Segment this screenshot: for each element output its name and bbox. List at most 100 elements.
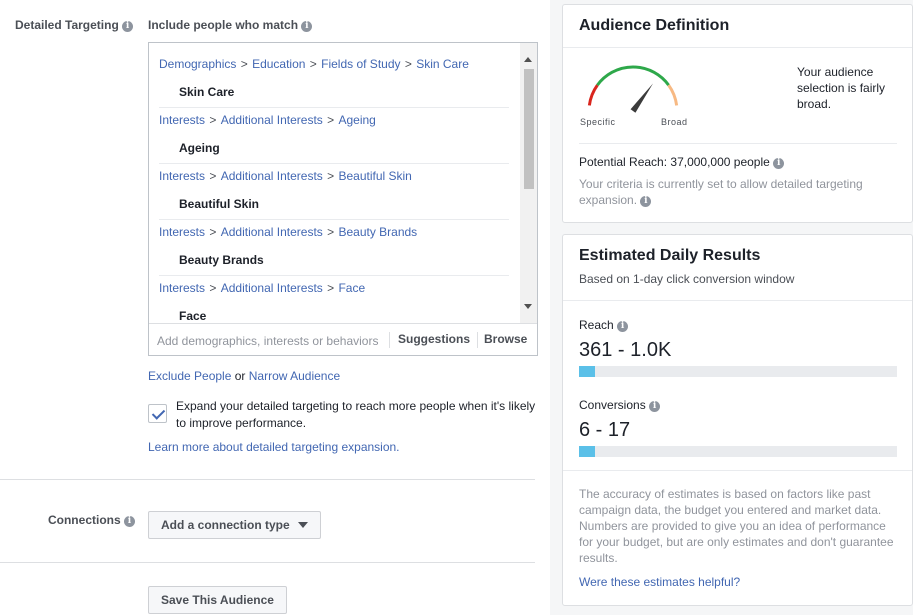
path-segment-link[interactable]: Beautiful Skin xyxy=(338,169,411,183)
expand-targeting-text: Expand your detailed targeting to reach … xyxy=(176,399,536,430)
audience-definition-title: Audience Definition xyxy=(579,17,730,34)
targeting-list[interactable]: Demographics > Education > Fields of Stu… xyxy=(149,43,520,323)
conversions-value: 6 - 17 xyxy=(579,419,631,441)
path-segment-link[interactable]: Demographics xyxy=(159,57,236,71)
targeting-divider xyxy=(159,163,509,164)
reach-bar xyxy=(579,366,897,377)
path-separator: > xyxy=(323,113,338,127)
reach-bar-fill xyxy=(579,366,595,377)
section-divider xyxy=(0,562,535,563)
targeting-search-input[interactable] xyxy=(157,332,387,350)
include-people-label: Include people who match i xyxy=(148,18,313,32)
detailed-targeting-label: Detailed Targeting i xyxy=(15,18,134,32)
estimated-results-card: Estimated Daily Results Based on 1-day c… xyxy=(562,234,913,606)
audience-definition-card: Audience Definition Specific Broad Your … xyxy=(562,4,913,223)
info-icon[interactable]: i xyxy=(124,516,135,527)
estimated-results-subtitle: Based on 1-day click conversion window xyxy=(579,272,795,286)
path-segment-link[interactable]: Face xyxy=(338,281,365,295)
section-divider xyxy=(0,479,535,480)
targeting-item: Beautiful Skin xyxy=(179,197,260,211)
path-segment-link[interactable]: Additional Interests xyxy=(221,281,323,295)
info-icon[interactable]: i xyxy=(122,21,134,32)
targeting-scrollbar[interactable] xyxy=(520,43,537,323)
save-audience-button[interactable]: Save This Audience xyxy=(148,586,287,614)
path-segment-link[interactable]: Interests xyxy=(159,169,205,183)
suggestions-button[interactable]: Suggestions xyxy=(398,332,470,346)
path-segment-link[interactable]: Additional Interests xyxy=(221,113,323,127)
path-segment-link[interactable]: Interests xyxy=(159,281,205,295)
card-divider xyxy=(563,47,912,48)
path-segment-link[interactable]: Interests xyxy=(159,113,205,127)
divider xyxy=(389,332,390,348)
card-divider xyxy=(563,300,912,301)
path-separator: > xyxy=(206,113,220,127)
potential-reach: Potential Reach: 37,000,000 people i xyxy=(579,155,785,169)
path-segment-link[interactable]: Skin Care xyxy=(416,57,469,71)
estimated-results-title: Estimated Daily Results xyxy=(579,247,761,264)
scroll-down-icon[interactable] xyxy=(524,304,532,309)
targeting-item: Beauty Brands xyxy=(179,253,264,267)
targeting-item: Skin Care xyxy=(179,85,235,99)
path-separator: > xyxy=(323,225,338,239)
gauge-needle xyxy=(630,83,653,113)
targeting-path[interactable]: Interests > Additional Interests > Face xyxy=(159,281,365,295)
browse-button[interactable]: Browse xyxy=(484,332,527,346)
targeting-input-row: Suggestions Browse xyxy=(149,323,537,355)
path-separator: > xyxy=(323,281,338,295)
path-segment-link[interactable]: Interests xyxy=(159,225,205,239)
divider xyxy=(477,332,478,348)
path-separator: > xyxy=(206,281,220,295)
estimates-helpful-link[interactable]: Were these estimates helpful? xyxy=(579,575,740,589)
exclude-narrow-row: Exclude People or Narrow Audience xyxy=(148,369,341,383)
reach-value: 361 - 1.0K xyxy=(579,339,672,361)
path-segment-link[interactable]: Beauty Brands xyxy=(338,225,417,239)
scroll-up-icon[interactable] xyxy=(524,57,532,62)
info-icon[interactable]: i xyxy=(301,21,313,32)
path-separator: > xyxy=(206,225,220,239)
targeting-path[interactable]: Interests > Additional Interests > Beaut… xyxy=(159,169,412,183)
expand-targeting-checkbox[interactable] xyxy=(148,404,167,423)
path-segment-link[interactable]: Additional Interests xyxy=(221,225,323,239)
info-icon[interactable]: i xyxy=(640,196,652,207)
card-divider xyxy=(563,470,912,471)
targeting-path[interactable]: Demographics > Education > Fields of Stu… xyxy=(159,57,469,71)
path-separator: > xyxy=(206,169,220,183)
targeting-panel: Detailed Targeting i Include people who … xyxy=(0,0,550,615)
conversions-label: Conversions i xyxy=(579,398,661,412)
gauge-broad-label: Broad xyxy=(661,117,688,127)
path-segment-link[interactable]: Additional Interests xyxy=(221,169,323,183)
targeting-path[interactable]: Interests > Additional Interests > Agein… xyxy=(159,113,376,127)
info-icon[interactable]: i xyxy=(617,321,629,332)
targeting-box: Demographics > Education > Fields of Stu… xyxy=(148,42,538,356)
add-connection-type-button[interactable]: Add a connection type xyxy=(148,511,321,539)
caret-down-icon xyxy=(297,522,308,528)
path-segment-link[interactable]: Ageing xyxy=(338,113,375,127)
gauge-middle-segment xyxy=(596,65,670,87)
reach-label: Reach i xyxy=(579,318,629,332)
targeting-path[interactable]: Interests > Additional Interests > Beaut… xyxy=(159,225,417,239)
card-divider xyxy=(579,143,897,144)
path-separator: > xyxy=(306,57,321,71)
targeting-item: Ageing xyxy=(179,141,220,155)
expansion-note: Your criteria is currently set to allow … xyxy=(579,177,863,207)
path-separator: > xyxy=(237,57,252,71)
info-icon[interactable]: i xyxy=(773,158,785,169)
scroll-thumb[interactable] xyxy=(524,69,534,189)
targeting-item: Face xyxy=(179,309,207,323)
gauge-specific-segment xyxy=(587,84,599,106)
gauge-specific-label: Specific xyxy=(580,117,616,127)
learn-more-link[interactable]: Learn more about detailed targeting expa… xyxy=(148,440,400,454)
estimates-disclaimer: The accuracy of estimates is based on fa… xyxy=(579,487,894,565)
narrow-audience-link[interactable]: Narrow Audience xyxy=(249,369,340,383)
targeting-divider xyxy=(159,219,509,220)
gauge-broad-segment xyxy=(667,84,679,106)
exclude-people-link[interactable]: Exclude People xyxy=(148,369,231,383)
targeting-divider xyxy=(159,275,509,276)
info-icon[interactable]: i xyxy=(649,401,661,412)
path-separator: > xyxy=(323,169,338,183)
path-segment-link[interactable]: Education xyxy=(252,57,305,71)
conversions-bar xyxy=(579,446,897,457)
path-segment-link[interactable]: Fields of Study xyxy=(321,57,400,71)
conversions-bar-fill xyxy=(579,446,595,457)
audience-description: Your audience selection is fairly broad. xyxy=(797,65,886,111)
